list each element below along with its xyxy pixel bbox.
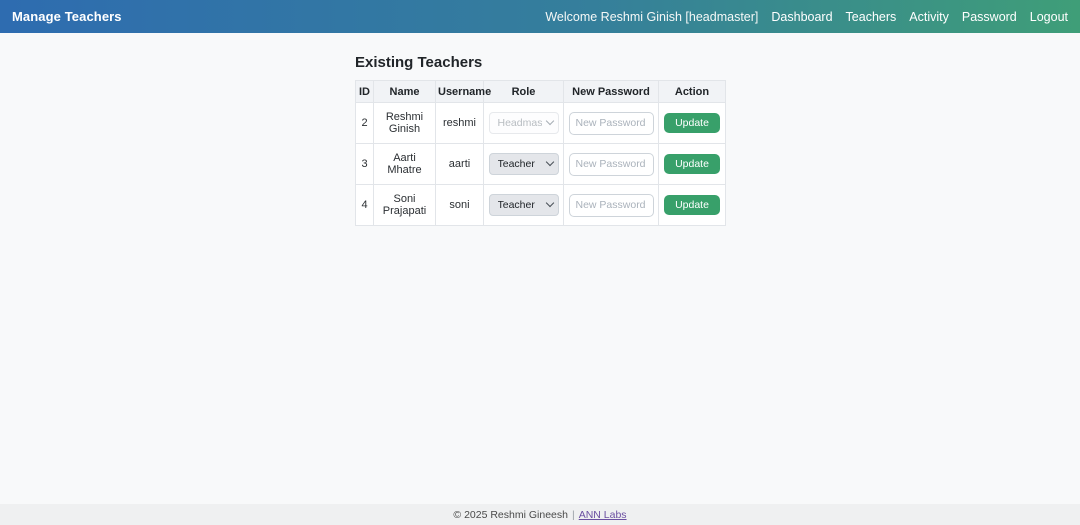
cell-name: Soni Prajapati — [374, 185, 436, 226]
cell-name: Reshmi Ginish — [374, 103, 436, 144]
cell-role: Teacher — [484, 144, 564, 185]
role-select: Headmaster — [489, 112, 559, 134]
cell-action: Update — [659, 103, 726, 144]
new-password-input[interactable] — [569, 112, 654, 135]
update-button[interactable]: Update — [664, 154, 720, 175]
new-password-input[interactable] — [569, 153, 654, 176]
col-header-username: Username — [436, 81, 484, 103]
cell-username: aarti — [436, 144, 484, 185]
role-select[interactable]: Teacher — [489, 153, 559, 175]
update-button[interactable]: Update — [664, 113, 720, 134]
page-footer: © 2025 Reshmi Gineesh | ANN Labs — [0, 504, 1080, 525]
col-header-name: Name — [374, 81, 436, 103]
ann-labs-link[interactable]: ANN Labs — [579, 509, 627, 521]
cell-new-password — [564, 144, 659, 185]
cell-action: Update — [659, 144, 726, 185]
col-header-role: Role — [484, 81, 564, 103]
copyright-text: © 2025 Reshmi Gineesh — [453, 509, 568, 521]
cell-role: Headmaster — [484, 103, 564, 144]
col-header-action: Action — [659, 81, 726, 103]
table-header-row: ID Name Username Role New Password Actio… — [356, 81, 726, 103]
cell-id: 4 — [356, 185, 374, 226]
nav-link-logout[interactable]: Logout — [1030, 10, 1068, 24]
cell-username: soni — [436, 185, 484, 226]
table-row: 2 Reshmi Ginish reshmi Headmaster Update — [356, 103, 726, 144]
welcome-text: Welcome Reshmi Ginish [headmaster] — [545, 10, 758, 24]
cell-id: 3 — [356, 144, 374, 185]
cell-new-password — [564, 185, 659, 226]
update-button[interactable]: Update — [664, 195, 720, 216]
top-navbar: Manage Teachers Welcome Reshmi Ginish [h… — [0, 0, 1080, 33]
cell-action: Update — [659, 185, 726, 226]
main-content: Existing Teachers ID Name Username Role … — [355, 54, 725, 226]
nav-link-password[interactable]: Password — [962, 10, 1017, 24]
new-password-input[interactable] — [569, 194, 654, 217]
table-row: 3 Aarti Mhatre aarti Teacher Update — [356, 144, 726, 185]
table-row: 4 Soni Prajapati soni Teacher Update — [356, 185, 726, 226]
cell-role: Teacher — [484, 185, 564, 226]
navbar-brand[interactable]: Manage Teachers — [12, 9, 122, 24]
nav-link-activity[interactable]: Activity — [909, 10, 949, 24]
role-select[interactable]: Teacher — [489, 194, 559, 216]
nav-link-dashboard[interactable]: Dashboard — [771, 10, 832, 24]
col-header-id: ID — [356, 81, 374, 103]
nav-link-teachers[interactable]: Teachers — [846, 10, 897, 24]
cell-username: reshmi — [436, 103, 484, 144]
cell-new-password — [564, 103, 659, 144]
navbar-right-group: Welcome Reshmi Ginish [headmaster] Dashb… — [545, 10, 1068, 24]
cell-name: Aarti Mhatre — [374, 144, 436, 185]
cell-id: 2 — [356, 103, 374, 144]
footer-separator: | — [572, 509, 575, 521]
page-title: Existing Teachers — [355, 54, 725, 71]
teachers-table: ID Name Username Role New Password Actio… — [355, 80, 726, 226]
col-header-new-password: New Password — [564, 81, 659, 103]
